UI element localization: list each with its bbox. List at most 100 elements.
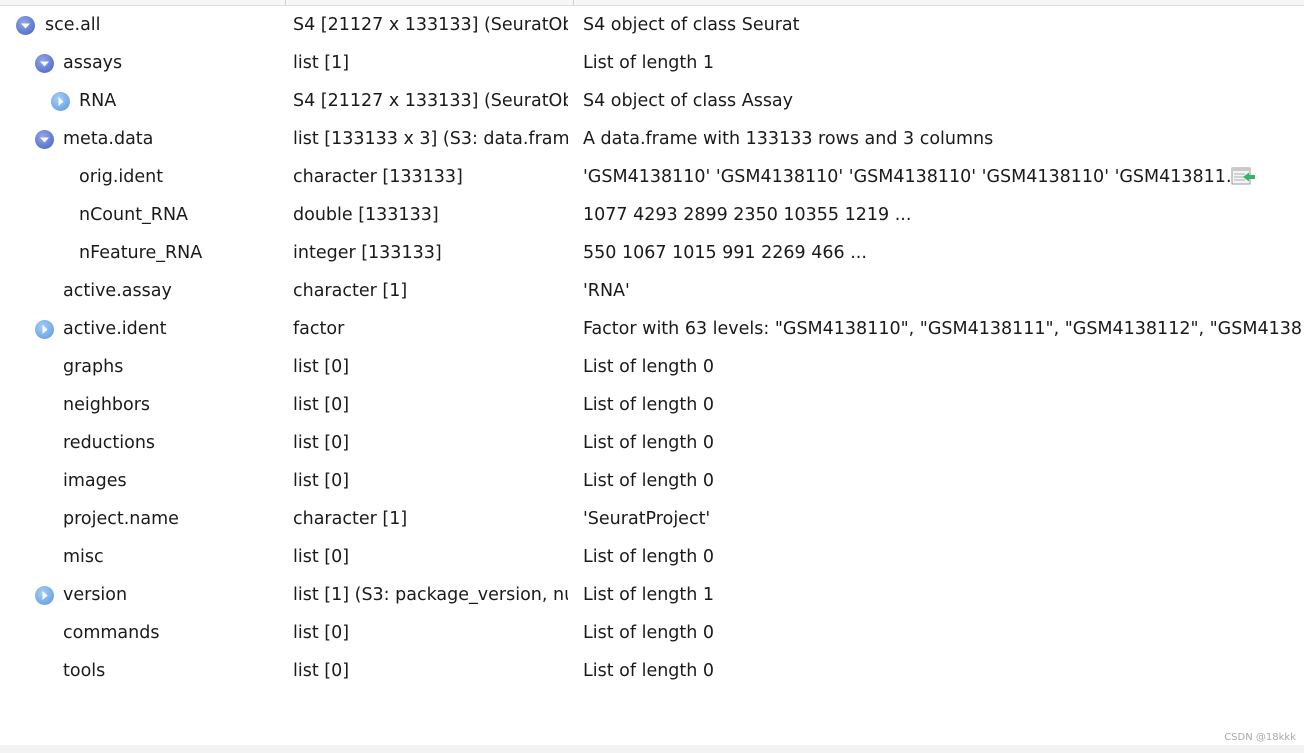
chevron-right-icon[interactable] (51, 92, 70, 111)
name-cell: project.name (0, 500, 280, 538)
type-cell: S4 [21127 x 133133] (SeuratObje (293, 15, 568, 35)
object-viewer: sce.all S4 [21127 x 133133] (SeuratObje S4… (0, 0, 1304, 753)
type-cell: list [0] (293, 661, 350, 681)
object-name: meta.data (63, 129, 154, 149)
value-cell: List of length 0 (583, 433, 715, 453)
tree-row-active-ident[interactable]: active.ident factor Factor with 63 levels:… (0, 310, 1304, 348)
name-cell: neighbors (0, 386, 280, 424)
type-cell: factor (293, 319, 345, 339)
object-name: misc (63, 547, 104, 567)
object-name: RNA (79, 91, 117, 111)
column-divider[interactable] (285, 0, 286, 5)
object-name: nCount_RNA (79, 205, 189, 225)
name-cell: nCount_RNA (0, 196, 280, 234)
tree-row-tools[interactable]: tools list [0] List of length 0 (0, 652, 1304, 690)
name-cell: misc (0, 538, 280, 576)
object-name: active.assay (63, 281, 172, 301)
name-cell: sce.all (0, 6, 280, 44)
tree-row-graphs[interactable]: graphs list [0] List of length 0 (0, 348, 1304, 386)
type-cell: character [1] (293, 509, 408, 529)
name-cell: reductions (0, 424, 280, 462)
type-cell: character [1] (293, 281, 408, 301)
value-cell: List of length 0 (583, 395, 715, 415)
object-name: images (63, 471, 127, 491)
object-name: neighbors (63, 395, 151, 415)
tree-row-active-assay[interactable]: active.assay character [1] 'RNA' (0, 272, 1304, 310)
tree-row-commands[interactable]: commands list [0] List of length 0 (0, 614, 1304, 652)
type-cell: list [0] (293, 547, 350, 567)
tree-row-project-name[interactable]: project.name character [1] 'SeuratProject' (0, 500, 1304, 538)
value-cell: List of length 0 (583, 357, 715, 377)
object-name: sce.all (45, 15, 101, 35)
type-cell: list [0] (293, 623, 350, 643)
type-cell: list [1] (S3: package_version, num (293, 585, 568, 605)
chevron-right-icon[interactable] (35, 586, 54, 605)
name-cell: active.assay (0, 272, 280, 310)
value-cell: 'RNA' (583, 281, 630, 301)
name-cell: version (0, 576, 280, 614)
value-cell: List of length 0 (583, 661, 715, 681)
object-name: version (63, 585, 128, 605)
object-name: graphs (63, 357, 124, 377)
chevron-down-icon[interactable] (16, 16, 35, 35)
tree-row-version[interactable]: version list [1] (S3: package_version, nu… (0, 576, 1304, 614)
value-cell: 'GSM4138110' 'GSM4138110' 'GSM4138110' '… (583, 167, 1243, 187)
tree-row-sce-all[interactable]: sce.all S4 [21127 x 133133] (SeuratObje S4… (0, 6, 1304, 44)
value-cell: 550 1067 1015 991 2269 466 ... (583, 243, 867, 263)
name-cell: images (0, 462, 280, 500)
chevron-right-icon[interactable] (35, 320, 54, 339)
view-data-icon[interactable] (1231, 166, 1257, 188)
value-cell: 'SeuratProject' (583, 509, 711, 529)
tree-row-orig-ident[interactable]: orig.ident character [133133] 'GSM4138110'… (0, 158, 1304, 196)
value-cell: 1077 4293 2899 2350 10355 1219 ... (583, 205, 912, 225)
value-cell: Factor with 63 levels: "GSM4138110", "GS… (583, 319, 1304, 339)
tree-row-meta-data[interactable]: meta.data list [133133 x 3] (S3: data.fra… (0, 120, 1304, 158)
name-cell: active.ident (0, 310, 280, 348)
name-cell: graphs (0, 348, 280, 386)
value-cell: List of length 1 (583, 53, 715, 73)
type-cell: list [133133 x 3] (S3: data.frame) (293, 129, 568, 149)
value-cell: List of length 0 (583, 471, 715, 491)
name-cell: orig.ident (0, 158, 280, 196)
object-name: active.ident (63, 319, 167, 339)
object-name: orig.ident (79, 167, 164, 187)
chevron-down-icon[interactable] (35, 130, 54, 149)
tree-row-misc[interactable]: misc list [0] List of length 0 (0, 538, 1304, 576)
type-cell: list [1] (293, 53, 350, 73)
type-cell: list [0] (293, 433, 350, 453)
value-cell: List of length 0 (583, 547, 715, 567)
value-cell: A data.frame with 133133 rows and 3 colu… (583, 129, 994, 149)
type-cell: character [133133] (293, 167, 463, 187)
tree-row-nfeature-rna[interactable]: nFeature_RNA integer [133133] 550 1067 101… (0, 234, 1304, 272)
name-cell: meta.data (0, 120, 280, 158)
value-cell: S4 object of class Seurat (583, 15, 800, 35)
type-cell: list [0] (293, 471, 350, 491)
tree-row-neighbors[interactable]: neighbors list [0] List of length 0 (0, 386, 1304, 424)
column-divider[interactable] (573, 0, 574, 5)
type-cell: double [133133] (293, 205, 439, 225)
name-cell: tools (0, 652, 280, 690)
value-cell: S4 object of class Assay (583, 91, 794, 111)
name-cell: commands (0, 614, 280, 652)
tree-row-assays[interactable]: assays list [1] List of length 1 (0, 44, 1304, 82)
type-cell: list [0] (293, 395, 350, 415)
object-name: reductions (63, 433, 156, 453)
tree-row-ncount-rna[interactable]: nCount_RNA double [133133] 1077 4293 2899 … (0, 196, 1304, 234)
tree-row-reductions[interactable]: reductions list [0] List of length 0 (0, 424, 1304, 462)
tree-row-images[interactable]: images list [0] List of length 0 (0, 462, 1304, 500)
type-cell: list [0] (293, 357, 350, 377)
object-name: nFeature_RNA (79, 243, 203, 263)
object-name: commands (63, 623, 160, 643)
type-cell: integer [133133] (293, 243, 442, 263)
object-name: tools (63, 661, 106, 681)
chevron-down-icon[interactable] (35, 54, 54, 73)
object-name: project.name (63, 509, 179, 529)
bottom-bar (0, 745, 1304, 753)
watermark: CSDN @18kkk (1224, 732, 1296, 743)
type-cell: S4 [21127 x 133133] (SeuratObje (293, 91, 568, 111)
name-cell: nFeature_RNA (0, 234, 280, 272)
value-cell: List of length 1 (583, 585, 715, 605)
name-cell: assays (0, 44, 280, 82)
tree-row-rna[interactable]: RNA S4 [21127 x 133133] (SeuratObje S4 obj… (0, 82, 1304, 120)
object-name: assays (63, 53, 123, 73)
